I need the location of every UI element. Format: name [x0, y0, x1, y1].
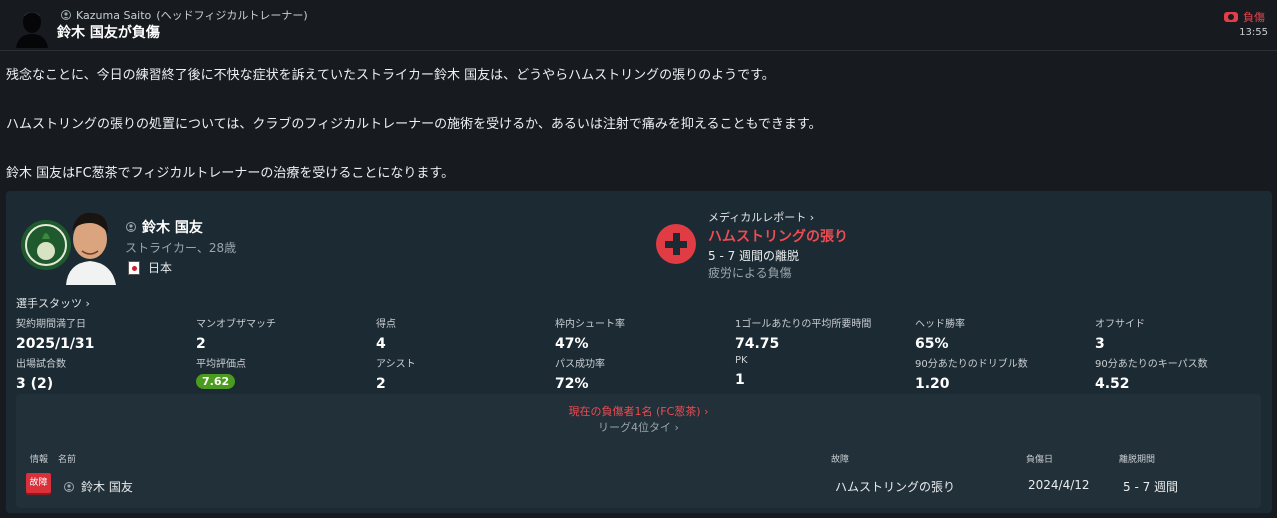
stat-value: 72%: [555, 376, 589, 392]
row-date: 2024/4/12: [1028, 478, 1090, 492]
stat-label: ヘッド勝率: [915, 319, 965, 330]
rating-badge: 7.62: [196, 374, 236, 389]
stat-value: 2025/1/31: [16, 336, 95, 352]
sender-name[interactable]: Kazuma Saito: [76, 9, 151, 22]
stat-label: 平均評価点: [196, 359, 246, 370]
column-header-name[interactable]: 名前: [58, 452, 76, 465]
stat-label: 枠内シュート率: [555, 319, 625, 330]
message-time: 13:55: [1239, 27, 1268, 38]
stat-value: 3 (2): [16, 376, 54, 392]
person-icon: [64, 481, 74, 492]
medical-cross-icon: [656, 224, 696, 264]
person-icon: [126, 222, 136, 232]
stat-dribbles-per-90: 90分あたりのドリブル数 1.20: [915, 355, 1085, 392]
current-injuries-panel: 現在の負傷者1名 (FC葱茶) › リーグ4位タイ › 情報 名前 故障 負傷日…: [16, 394, 1261, 508]
stat-contract-expiry: 契約期間満了日 2025/1/31: [16, 315, 186, 352]
stat-pass-completion: パス成功率 72%: [555, 355, 725, 392]
injury-name: ハムストリングの張り: [708, 229, 848, 245]
league-rank-link[interactable]: リーグ4位タイ ›: [16, 419, 1261, 435]
column-header-injury[interactable]: 故障: [831, 452, 849, 465]
injury-tag-label: 負傷: [1243, 11, 1265, 24]
stat-label: 契約期間満了日: [16, 319, 86, 330]
injury-cause: 疲労による負傷: [708, 266, 792, 280]
message-paragraph-2: ハムストリングの張りの処置については、クラブのフィジカルトレーナーの施術を受ける…: [6, 117, 822, 132]
stat-label: 得点: [376, 319, 396, 330]
message-paragraph-1: 残念なことに、今日の練習終了後に不快な症状を訴えていたストライカー鈴木 国友は、…: [6, 68, 775, 83]
stat-label: アシスト: [376, 359, 416, 370]
stat-shots-on-target: 枠内シュート率 47%: [555, 315, 725, 352]
stat-man-of-the-match: マンオブザマッチ 2: [196, 315, 366, 352]
person-icon: [61, 10, 71, 20]
stat-label: PK: [735, 355, 748, 366]
stat-label: パス成功率: [555, 359, 605, 370]
injury-duration: 5 - 7 週間の離脱: [708, 249, 800, 263]
player-photo[interactable]: [20, 205, 116, 285]
stat-label: マンオブザマッチ: [196, 319, 276, 330]
player-injury-card: 鈴木 国友 ストライカー、28歳 日本 メディカルレポート › ハムストリングの…: [6, 191, 1272, 513]
stat-value: 47%: [555, 336, 589, 352]
stat-key-passes-per-90: 90分あたりのキーパス数 4.52: [1095, 355, 1265, 392]
stat-label: 1ゴールあたりの平均所要時間: [735, 319, 872, 330]
stat-appearances: 出場試合数 3 (2): [16, 355, 186, 392]
japan-flag-icon: [128, 260, 140, 275]
player-stats-link[interactable]: 選手スタッツ ›: [16, 295, 90, 311]
stat-value: 4.52: [1095, 376, 1130, 392]
message-title: 鈴木 国友が負傷: [57, 25, 160, 41]
sender-avatar[interactable]: [14, 6, 50, 48]
player-name-row[interactable]: 鈴木 国友: [126, 217, 203, 237]
message-paragraph-3: 鈴木 国友はFC葱茶でフィジカルトレーナーの治療を受けることになります。: [6, 166, 455, 181]
column-header-date[interactable]: 負傷日: [1026, 452, 1053, 465]
stat-value: 65%: [915, 336, 949, 352]
column-header-period[interactable]: 離脱期間: [1119, 452, 1155, 465]
stat-assists: アシスト 2: [376, 355, 546, 392]
stat-label: 90分あたりのドリブル数: [915, 359, 1028, 370]
table-row-player-name[interactable]: 鈴木 国友: [64, 478, 133, 495]
stat-value: 4: [376, 336, 386, 352]
message-header: Kazuma Saito (ヘッドフィジカルトレーナー) 鈴木 国友が負傷 負傷…: [0, 0, 1277, 51]
stat-average-rating: 平均評価点 7.62: [196, 355, 366, 389]
player-name[interactable]: 鈴木 国友: [142, 217, 203, 237]
stat-value: 1: [735, 372, 745, 388]
player-nation: 日本: [128, 259, 172, 276]
stat-value: 2: [196, 336, 206, 352]
injury-tag: 負傷: [1224, 9, 1265, 25]
stat-value: 3: [1095, 336, 1105, 352]
player-role: ストライカー、28歳: [125, 241, 237, 255]
stat-label: 出場試合数: [16, 359, 66, 370]
stat-value: 2: [376, 376, 386, 392]
stat-value: 74.75: [735, 336, 780, 352]
nation-label: 日本: [148, 261, 173, 275]
row-period: 5 - 7 週間: [1123, 480, 1179, 494]
current-injuries-link[interactable]: 現在の負傷者1名 (FC葱茶) ›: [16, 403, 1261, 419]
stat-value: 1.20: [915, 376, 950, 392]
stat-offsides: オフサイド 3: [1095, 315, 1265, 352]
row-name-text[interactable]: 鈴木 国友: [81, 478, 133, 495]
column-header-info[interactable]: 情報: [30, 452, 48, 465]
sender-role: (ヘッドフィジカルトレーナー): [156, 9, 308, 22]
injury-status-badge[interactable]: 故障: [26, 473, 51, 493]
sender-info: Kazuma Saito (ヘッドフィジカルトレーナー): [61, 7, 308, 23]
row-injury: ハムストリングの張り: [835, 480, 956, 494]
stat-headers-won: ヘッド勝率 65%: [915, 315, 1085, 352]
injury-tag-icon: [1224, 12, 1238, 22]
stat-label: オフサイド: [1095, 319, 1145, 330]
stat-label: 90分あたりのキーパス数: [1095, 359, 1208, 370]
medical-report-link[interactable]: メディカルレポート ›: [708, 209, 814, 225]
stat-penalties: PK 1: [735, 355, 905, 388]
stat-goals: 得点 4: [376, 315, 546, 352]
stat-minutes-per-goal: 1ゴールあたりの平均所要時間 74.75: [735, 315, 905, 352]
